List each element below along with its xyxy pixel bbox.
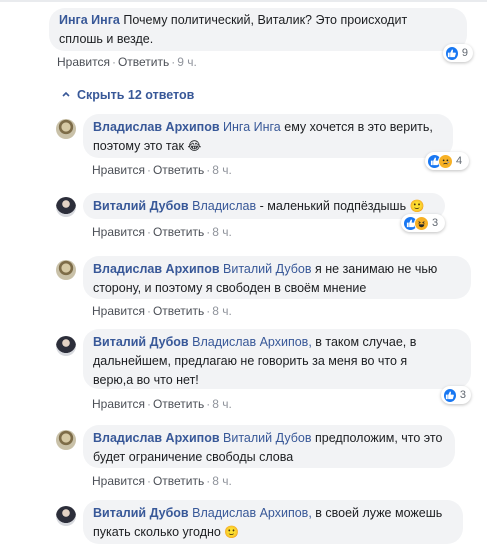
reactions-summary[interactable]: 9 bbox=[443, 44, 473, 62]
reply-actions: Нравится · Ответить · 8 ч. bbox=[92, 474, 232, 488]
reply-timestamp[interactable]: 8 ч. bbox=[212, 474, 232, 488]
reply-timestamp[interactable]: 8 ч. bbox=[212, 304, 232, 318]
like-link[interactable]: Нравится bbox=[57, 55, 110, 69]
reply-author[interactable]: Виталий Дубов bbox=[93, 199, 189, 213]
like-link[interactable]: Нравится bbox=[92, 225, 145, 239]
reactions-count: 9 bbox=[461, 47, 468, 59]
reply-link[interactable]: Ответить bbox=[153, 225, 204, 239]
sad-reaction-icon bbox=[438, 153, 453, 169]
reply-mention[interactable]: Владислав bbox=[192, 199, 256, 213]
reactions-count: 4 bbox=[456, 155, 463, 167]
like-link[interactable]: Нравится bbox=[92, 397, 145, 411]
avatar[interactable] bbox=[56, 430, 76, 450]
avatar[interactable] bbox=[56, 197, 76, 217]
reply-text-line1: предположим, что это bbox=[315, 431, 443, 445]
like-link[interactable]: Нравится bbox=[92, 163, 145, 177]
reply-text-line1: ему хочется в это верить, bbox=[284, 120, 433, 134]
reply-text-line1: - маленький подпёздышь bbox=[259, 199, 407, 213]
hide-replies-link[interactable]: Скрыть 12 ответов bbox=[62, 88, 194, 103]
reply-text-line2: будет ограничение свободы слова bbox=[93, 450, 294, 464]
reply-bubble: Владислав Архипов Инга Инга ему хочется … bbox=[83, 114, 453, 158]
reply-text-line2: дальнейшем, предлагаю не говорить за мен… bbox=[93, 354, 408, 368]
reply-timestamp[interactable]: 8 ч. bbox=[212, 397, 232, 411]
smile-emoji: 🙂 bbox=[224, 525, 240, 539]
reply-author[interactable]: Владислав Архипов bbox=[93, 262, 220, 276]
reply-mention[interactable]: Виталий Дубов bbox=[223, 431, 311, 445]
comment-text-line2: сплошь и везде. bbox=[59, 32, 154, 46]
reply-actions: Нравится · Ответить · 8 ч. bbox=[92, 163, 232, 177]
like-reaction-icon bbox=[445, 45, 459, 61]
comment-actions: Нравится · Ответить · 9 ч. bbox=[57, 55, 197, 69]
reply-actions: Нравится · Ответить · 8 ч. bbox=[92, 304, 232, 318]
reply-text-line3: верю,а во что нет! bbox=[93, 373, 199, 387]
like-reaction-icon bbox=[443, 387, 457, 403]
reactions-summary[interactable]: 4 bbox=[425, 152, 469, 170]
reply-bubble: Владислав Архипов Виталий Дубов предполо… bbox=[83, 425, 455, 468]
avatar[interactable] bbox=[56, 506, 76, 526]
smile-emoji: 🙂 bbox=[409, 199, 425, 213]
comment-text-line1: Почему политический, Виталик? Это происх… bbox=[123, 13, 408, 27]
reactions-count: 3 bbox=[459, 389, 466, 401]
reply-bubble: Виталий Дубов Владислав - маленький подп… bbox=[83, 193, 445, 219]
reply-author[interactable]: Виталий Дубов bbox=[93, 335, 189, 349]
reply-bubble: Виталий Дубов Владислав Архипов, в своей… bbox=[83, 500, 463, 544]
avatar[interactable] bbox=[56, 119, 76, 139]
reactions-summary[interactable]: 3 bbox=[401, 214, 445, 232]
reply-bubble: Владислав Архипов Виталий Дубов я не зан… bbox=[83, 256, 471, 299]
reply-text-line2: поэтому это так bbox=[93, 139, 184, 153]
reply-text-line1: я не занимаю не чью bbox=[315, 262, 438, 276]
reply-link[interactable]: Ответить bbox=[153, 397, 204, 411]
comment-timestamp[interactable]: 9 ч. bbox=[177, 55, 197, 69]
reply-author[interactable]: Виталий Дубов bbox=[93, 506, 189, 520]
hide-replies-label: Скрыть 12 ответов bbox=[77, 88, 195, 102]
reply-bubble: Виталий Дубов Владислав Архипов, в таком… bbox=[83, 329, 471, 389]
reply-text-line1: в таком случае, в bbox=[315, 335, 417, 349]
reply-link[interactable]: Ответить bbox=[153, 304, 204, 318]
reply-author[interactable]: Владислав Архипов bbox=[93, 120, 220, 134]
reply-link[interactable]: Ответить bbox=[153, 163, 204, 177]
reactions-count: 3 bbox=[432, 217, 439, 229]
like-link[interactable]: Нравится bbox=[92, 474, 145, 488]
reply-text-line2: пукать сколько угодно bbox=[93, 525, 221, 539]
reply-author[interactable]: Владислав Архипов bbox=[93, 431, 220, 445]
reply-mention[interactable]: Владислав Архипов, bbox=[192, 506, 312, 520]
reply-actions: Нравится · Ответить · 8 ч. bbox=[92, 225, 232, 239]
reply-actions: Нравится · Ответить · 8 ч. bbox=[92, 397, 232, 411]
avatar[interactable] bbox=[56, 336, 76, 356]
reply-timestamp[interactable]: 8 ч. bbox=[212, 225, 232, 239]
top-divider bbox=[0, 0, 487, 2]
laughing-emoji: 😂 bbox=[187, 139, 202, 153]
avatar[interactable] bbox=[56, 260, 76, 280]
comment-bubble: Инга Инга Почему политический, Виталик? … bbox=[49, 8, 467, 51]
reactions-summary[interactable]: 3 bbox=[441, 386, 471, 404]
comment-author[interactable]: Инга Инга bbox=[59, 13, 120, 27]
reply-mention[interactable]: Инга Инга bbox=[223, 120, 281, 134]
reply-link[interactable]: Ответить bbox=[153, 474, 204, 488]
reply-link[interactable]: Ответить bbox=[118, 55, 169, 69]
reply-text-line1: в своей луже можешь bbox=[315, 506, 443, 520]
haha-reaction-icon bbox=[414, 215, 429, 231]
reply-mention[interactable]: Владислав Архипов, bbox=[192, 335, 312, 349]
reply-mention[interactable]: Виталий Дубов bbox=[223, 262, 311, 276]
like-link[interactable]: Нравится bbox=[92, 304, 145, 318]
chevron-up-icon bbox=[62, 91, 70, 97]
reply-text-line2: сторону, и поэтому я свободен в своём мн… bbox=[93, 281, 367, 295]
reply-timestamp[interactable]: 8 ч. bbox=[212, 163, 232, 177]
